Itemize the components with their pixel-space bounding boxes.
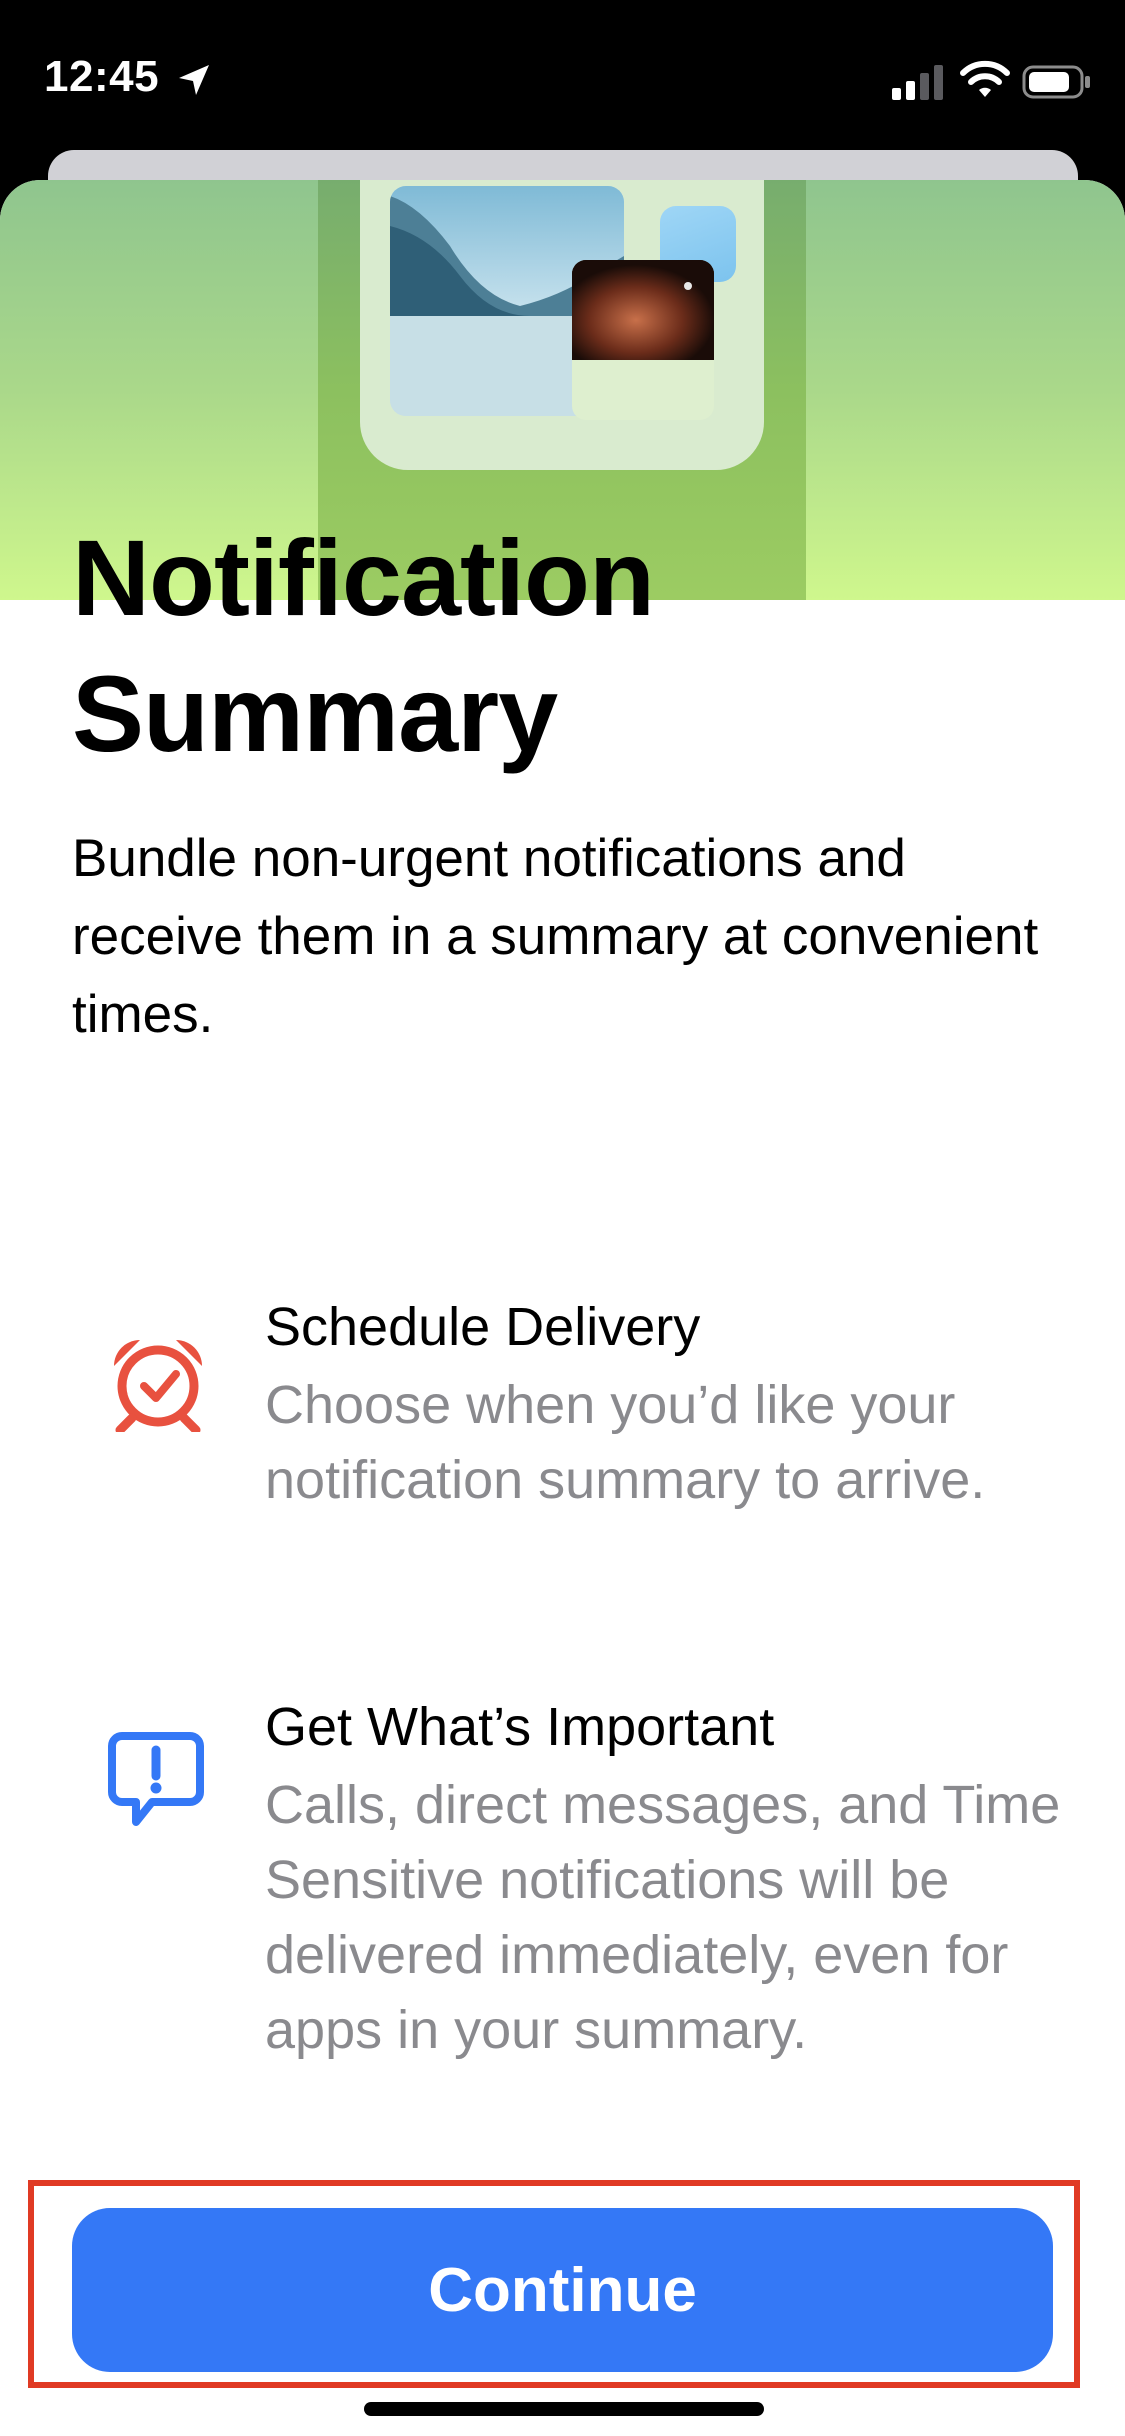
alarm-clock-icon <box>114 1340 202 1432</box>
title-line-2: Summary <box>72 653 558 774</box>
page-title: Notification Summary <box>72 510 1072 782</box>
photo-thumbnail-card <box>572 260 714 420</box>
cellular-signal-icon <box>892 65 943 100</box>
location-arrow-icon <box>179 65 209 95</box>
exclamation-bubble-icon <box>108 1732 204 1826</box>
feature-description: Calls, direct messages, and Time Sensiti… <box>265 1775 1061 2060</box>
home-indicator <box>364 2402 764 2416</box>
wifi-icon <box>960 60 1010 97</box>
feature-description: Choose when you’d like your notification… <box>265 1375 986 1510</box>
feature-title: Schedule Delivery <box>265 1297 701 1357</box>
thumbnail-photo <box>572 260 714 360</box>
title-line-1: Notification <box>72 517 655 638</box>
page-description: Bundle non-urgent notifications and rece… <box>72 829 1039 1044</box>
feature-title: Get What’s Important <box>265 1697 775 1757</box>
continue-button[interactable]: Continue <box>72 2208 1053 2372</box>
battery-icon <box>1022 65 1090 99</box>
status-time: 12:45 <box>44 52 160 101</box>
status-bar: 12:45 <box>0 0 1125 150</box>
